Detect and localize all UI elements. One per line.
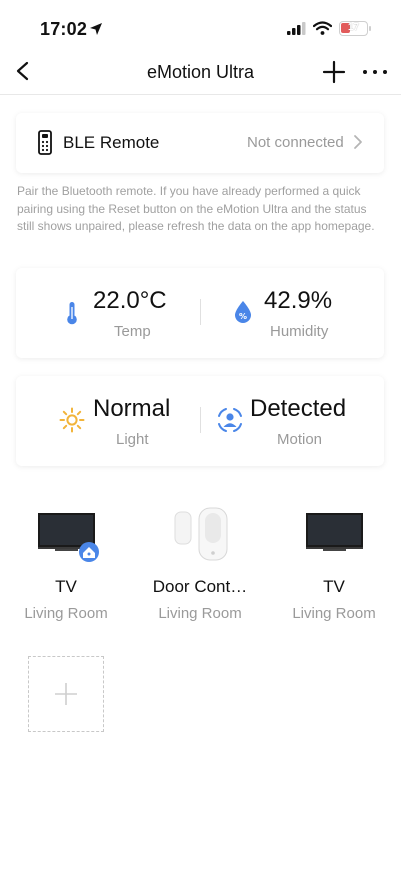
ble-remote-label: BLE Remote — [63, 133, 160, 152]
wifi-icon — [312, 21, 333, 40]
location-arrow-icon — [89, 22, 103, 41]
ble-remote-row[interactable]: BLE Remote Not connected — [16, 113, 384, 173]
battery-level: 17 — [347, 22, 360, 33]
device-room: Living Room — [158, 605, 242, 622]
temp-value: 22.0°C — [93, 287, 167, 314]
tv-icon — [268, 500, 400, 570]
pairing-hint: Pair the Bluetooth remote. If you have a… — [17, 184, 375, 233]
thermometer-icon — [66, 301, 78, 330]
more-options-button[interactable] — [362, 60, 388, 89]
svg-text:%: % — [239, 312, 247, 321]
light-value: Normal — [93, 395, 171, 422]
add-button[interactable] — [322, 60, 346, 89]
cellular-signal-icon — [287, 22, 307, 40]
plus-icon — [54, 682, 78, 711]
device-name: Door Cont… — [152, 577, 248, 596]
divider — [200, 407, 201, 433]
device-name: TV — [323, 577, 345, 596]
temp-label: Temp — [114, 323, 151, 340]
light-label: Light — [116, 431, 149, 448]
motion-label: Motion — [277, 431, 323, 448]
device-tile[interactable]: TV Living Room — [0, 500, 132, 630]
door-sensor-icon — [134, 500, 266, 570]
humidity-value: 42.9% — [264, 287, 333, 314]
divider — [200, 299, 201, 325]
battery-icon: 17 — [339, 21, 371, 36]
ble-connection-status: Not connected — [247, 134, 344, 151]
humidity-label: Humidity — [270, 323, 329, 340]
navigation-bar: eMotion Ultra — [0, 50, 401, 95]
device-tile[interactable]: Door Cont… Living Room — [134, 500, 266, 630]
presence-card: Normal Light Detected Motion — [16, 376, 384, 466]
device-room: Living Room — [292, 605, 376, 622]
motion-value: Detected — [250, 395, 347, 422]
climate-card: 22.0°C Temp % 42.9% Humidity — [16, 268, 384, 358]
humidity-drop-icon: % — [233, 300, 253, 329]
device-room: Living Room — [24, 605, 108, 622]
chevron-right-icon — [353, 134, 363, 155]
tv-icon — [0, 500, 132, 570]
add-device-button[interactable] — [28, 656, 104, 732]
status-time: 17:02 — [40, 19, 88, 39]
motion-person-icon — [216, 406, 244, 439]
device-tile[interactable]: TV Living Room — [268, 500, 400, 630]
device-name: TV — [55, 577, 77, 596]
sun-icon — [59, 407, 85, 438]
remote-control-icon — [38, 130, 52, 160]
